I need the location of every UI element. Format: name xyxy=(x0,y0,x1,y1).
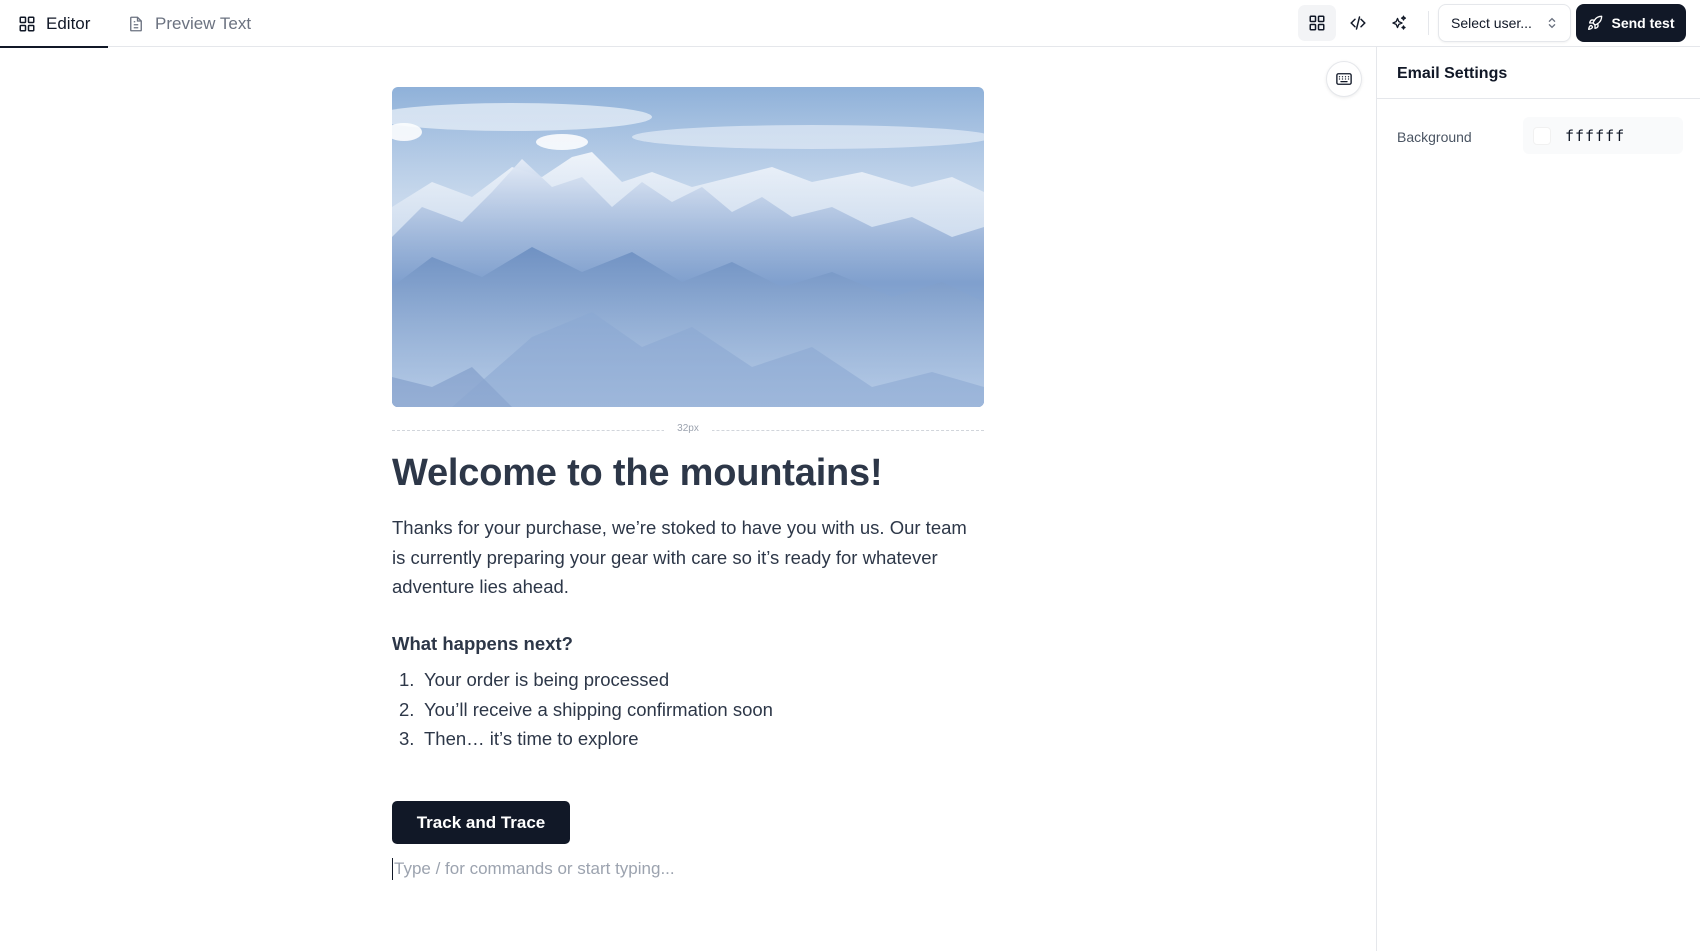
color-swatch[interactable] xyxy=(1533,126,1551,145)
list-item[interactable]: 2. You’ll receive a shipping confirmation… xyxy=(392,695,773,725)
email-headline[interactable]: Welcome to the mountains! xyxy=(392,452,883,495)
email-settings-panel: Email Settings Background ffffff xyxy=(1376,47,1700,951)
email-subheading[interactable]: What happens next? xyxy=(392,633,573,655)
mountain-range-image xyxy=(392,87,984,407)
document-icon xyxy=(130,16,142,31)
keyboard-shortcuts-button[interactable] xyxy=(1326,61,1362,97)
next-steps-list[interactable]: 1. Your order is being processed 2. You’ll… xyxy=(392,665,773,754)
panel-divider xyxy=(1377,98,1700,99)
send-test-label: Send test xyxy=(1611,15,1675,31)
keyboard-icon xyxy=(1336,73,1352,85)
list-item-number: 3. xyxy=(399,728,415,749)
background-color-field[interactable]: ffffff xyxy=(1523,117,1683,154)
list-item[interactable]: 1. Your order is being processed xyxy=(392,665,773,695)
code-view-button[interactable] xyxy=(1339,5,1377,41)
list-item-number: 2. xyxy=(399,698,415,720)
layout-view-button[interactable] xyxy=(1298,5,1336,41)
hero-image[interactable] xyxy=(392,87,984,407)
ai-assist-button[interactable] xyxy=(1380,5,1418,41)
code-icon xyxy=(1350,16,1366,30)
list-item-text: You’ll receive a shipping confirmation s… xyxy=(424,698,773,720)
top-toolbar: Editor Preview Text Select user... Send … xyxy=(0,0,1700,48)
list-item-number: 1. xyxy=(399,669,415,690)
track-and-trace-button[interactable]: Track and Trace xyxy=(392,801,570,844)
list-item[interactable]: 3. Then… it’s time to explore xyxy=(392,724,773,754)
text-caret xyxy=(392,858,393,880)
chevron-up-down-icon xyxy=(1548,17,1556,29)
layout-grid-icon xyxy=(19,16,35,31)
background-color-value: ffffff xyxy=(1565,126,1626,145)
tab-preview-text[interactable]: Preview Text xyxy=(127,0,251,47)
spacer-size-label: 32px xyxy=(664,423,712,434)
tab-preview-text-label: Preview Text xyxy=(155,13,252,33)
email-intro-paragraph[interactable]: Thanks for your purchase, we’re stoked t… xyxy=(392,513,984,602)
toolbar-divider xyxy=(1428,11,1429,35)
tab-editor[interactable]: Editor xyxy=(0,0,108,48)
editor-placeholder: Type / for commands or start typing... xyxy=(394,859,675,878)
tab-editor-label: Editor xyxy=(46,13,91,33)
rocket-icon xyxy=(1588,15,1603,30)
select-user-label: Select user... xyxy=(1451,15,1532,31)
background-label: Background xyxy=(1397,129,1472,145)
editor-input[interactable]: Type / for commands or start typing... xyxy=(392,856,984,882)
send-test-button[interactable]: Send test xyxy=(1576,4,1686,42)
list-item-text: Your order is being processed xyxy=(424,669,670,690)
layout-grid-icon xyxy=(1309,15,1325,31)
panel-title: Email Settings xyxy=(1397,65,1508,82)
list-item-text: Then… it’s time to explore xyxy=(424,728,639,749)
sparkles-icon xyxy=(1392,15,1407,30)
select-user-dropdown[interactable]: Select user... xyxy=(1438,4,1571,42)
